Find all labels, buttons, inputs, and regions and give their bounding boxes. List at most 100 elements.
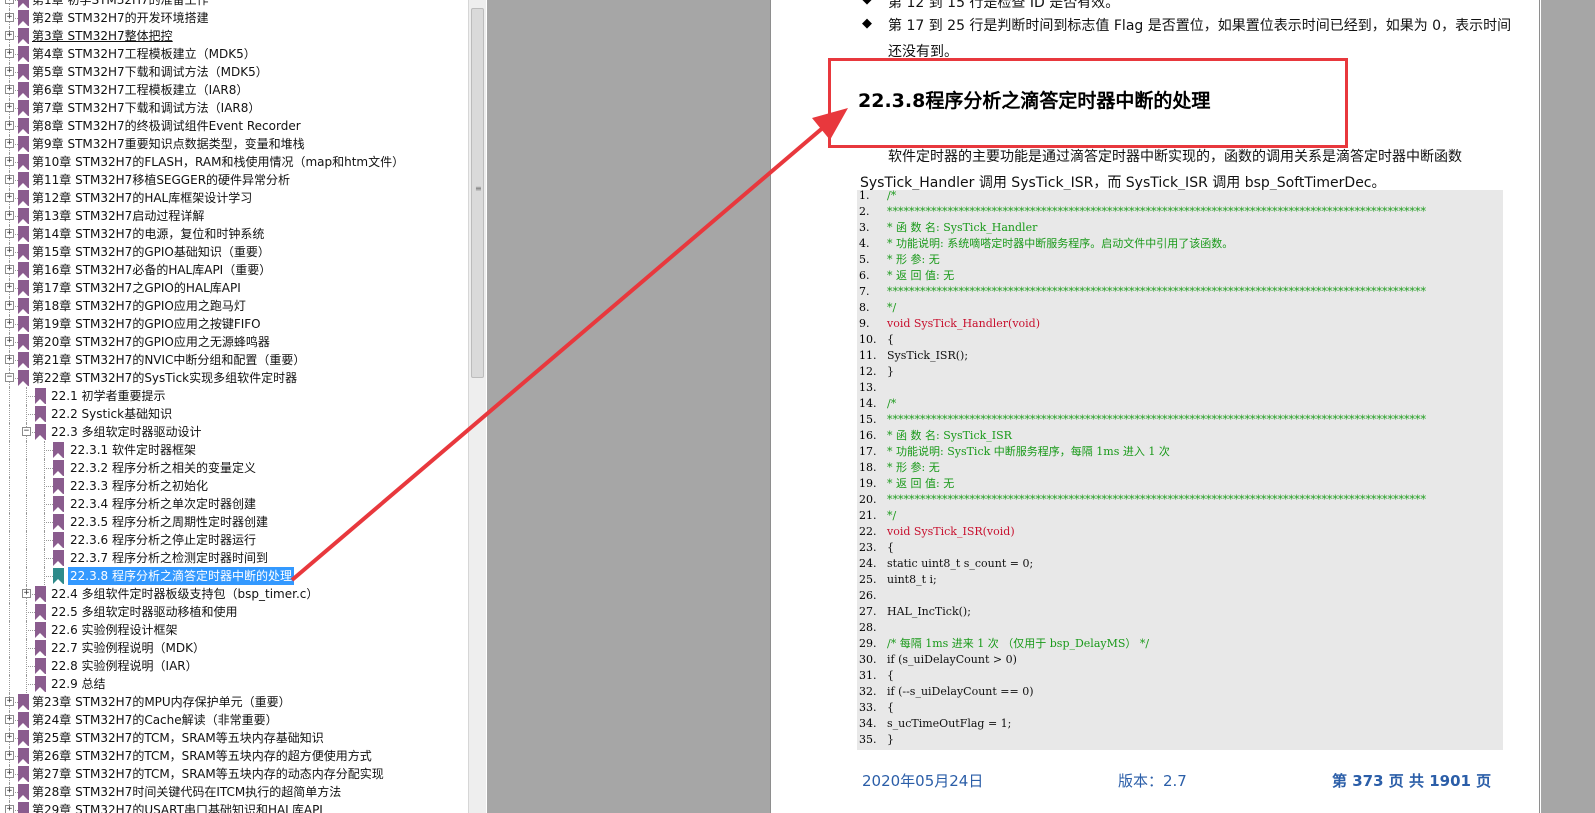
expand-icon[interactable]: + [5, 67, 14, 76]
collapse-icon[interactable]: − [5, 373, 14, 382]
bookmark-label[interactable]: 22.3.1 软件定时器框架 [68, 441, 198, 459]
expand-icon[interactable]: + [22, 589, 31, 598]
bookmark-label[interactable]: 22.3 多组软定时器驱动设计 [49, 423, 204, 441]
expand-icon[interactable]: + [5, 247, 14, 256]
bookmark-label[interactable]: 第29章 STM32H7的USART串口基础知识和HAL库API [30, 801, 325, 813]
bookmark-label[interactable]: 22.3.4 程序分析之单次定时器创建 [68, 495, 258, 513]
expand-icon[interactable]: + [5, 31, 14, 40]
bookmark-item[interactable]: + 第3章 STM32H7整体把控 [0, 27, 470, 45]
expand-icon[interactable]: + [5, 787, 14, 796]
bookmark-label[interactable]: 第13章 STM32H7启动过程详解 [30, 207, 206, 225]
bookmark-item[interactable]: + 第9章 STM32H7重要知识点数据类型，变量和堆栈 [0, 135, 470, 153]
bookmark-item[interactable]: + 第15章 STM32H7的GPIO基础知识（重要） [0, 243, 470, 261]
expand-icon[interactable]: + [5, 103, 14, 112]
bookmark-label[interactable]: 第4章 STM32H7工程模板建立（MDK5） [30, 45, 258, 63]
expand-icon[interactable]: + [5, 265, 14, 274]
bookmark-item[interactable]: + 第27章 STM32H7的TCM，SRAM等五块内存的动态内存分配实现 [0, 765, 470, 783]
expand-icon[interactable]: + [5, 13, 14, 22]
bookmark-label[interactable]: 22.9 总结 [49, 675, 108, 693]
bookmark-item[interactable]: 22.8 实验例程说明（IAR） [0, 657, 470, 675]
bookmark-item[interactable]: + 第1章 初学STM32H7的准备工作 [0, 0, 470, 9]
bookmark-label[interactable]: 第18章 STM32H7的GPIO应用之跑马灯 [30, 297, 248, 315]
expand-icon[interactable]: + [5, 805, 14, 813]
bookmark-item[interactable]: + 第8章 STM32H7的终极调试组件Event Recorder [0, 117, 470, 135]
bookmark-label[interactable]: 22.3.3 程序分析之初始化 [68, 477, 210, 495]
bookmark-label[interactable]: 22.2 Systick基础知识 [49, 405, 174, 423]
expand-icon[interactable]: + [5, 751, 14, 760]
expand-icon[interactable]: + [5, 175, 14, 184]
bookmark-label[interactable]: 第14章 STM32H7的电源，复位和时钟系统 [30, 225, 266, 243]
bookmark-label[interactable]: 第3章 STM32H7整体把控 [30, 27, 175, 45]
bookmark-item[interactable]: − 22.3 多组软定时器驱动设计 [0, 423, 470, 441]
expand-icon[interactable]: + [5, 301, 14, 310]
expand-icon[interactable]: + [5, 157, 14, 166]
bookmark-item[interactable]: 22.5 多组软定时器驱动移植和使用 [0, 603, 470, 621]
expand-icon[interactable]: + [5, 715, 14, 724]
bookmark-label[interactable]: 第1章 初学STM32H7的准备工作 [30, 0, 211, 9]
expand-icon[interactable]: + [5, 193, 14, 202]
bookmark-label[interactable]: 第26章 STM32H7的TCM，SRAM等五块内存的超方便使用方式 [30, 747, 374, 765]
bookmark-item[interactable]: + 第19章 STM32H7的GPIO应用之按键FIFO [0, 315, 470, 333]
bookmark-label[interactable]: 22.3.8 程序分析之滴答定时器中断的处理 [68, 567, 294, 585]
expand-icon[interactable]: + [5, 85, 14, 94]
expand-icon[interactable]: + [5, 121, 14, 130]
bookmark-item[interactable]: + 第13章 STM32H7启动过程详解 [0, 207, 470, 225]
bookmark-label[interactable]: 第6章 STM32H7工程模板建立（IAR8） [30, 81, 250, 99]
bookmark-scrollbar[interactable]: ≡ [468, 0, 486, 813]
bookmark-label[interactable]: 第2章 STM32H7的开发环境搭建 [30, 9, 211, 27]
bookmark-item[interactable]: + 第18章 STM32H7的GPIO应用之跑马灯 [0, 297, 470, 315]
bookmark-item[interactable]: 22.9 总结 [0, 675, 470, 693]
bookmark-item[interactable]: +22.4 多组软件定时器板级支持包（bsp_timer.c） [0, 585, 470, 603]
bookmark-item[interactable]: + 第11章 STM32H7移植SEGGER的硬件异常分析 [0, 171, 470, 189]
bookmark-item[interactable]: 22.3.2 程序分析之相关的变量定义 [0, 459, 470, 477]
bookmark-label[interactable]: 第28章 STM32H7时间关键代码在ITCM执行的超简单方法 [30, 783, 343, 801]
bookmark-label[interactable]: 22.7 实验例程说明（MDK） [49, 639, 207, 657]
bookmark-item[interactable]: + 第16章 STM32H7必备的HAL库API（重要） [0, 261, 470, 279]
expand-icon[interactable]: + [5, 229, 14, 238]
bookmark-item[interactable]: + 第23章 STM32H7的MPU内存保护单元（重要） [0, 693, 470, 711]
bookmark-label[interactable]: 第12章 STM32H7的HAL库框架设计学习 [30, 189, 254, 207]
bookmark-item[interactable]: + 第26章 STM32H7的TCM，SRAM等五块内存的超方便使用方式 [0, 747, 470, 765]
bookmark-item[interactable]: + 第20章 STM32H7的GPIO应用之无源蜂鸣器 [0, 333, 470, 351]
bookmark-label[interactable]: 第16章 STM32H7必备的HAL库API（重要） [30, 261, 273, 279]
bookmark-label[interactable]: 第7章 STM32H7下载和调试方法（IAR8） [30, 99, 262, 117]
bookmark-label[interactable]: 第24章 STM32H7的Cache解读（非常重要） [30, 711, 280, 729]
bookmark-label[interactable]: 22.3.7 程序分析之检测定时器时间到 [68, 549, 270, 567]
expand-icon[interactable]: + [5, 697, 14, 706]
bookmark-item[interactable]: 22.3.5 程序分析之周期性定时器创建 [0, 513, 470, 531]
expand-icon[interactable]: + [5, 733, 14, 742]
expand-icon[interactable]: + [5, 49, 14, 58]
bookmark-item[interactable]: 22.3.3 程序分析之初始化 [0, 477, 470, 495]
bookmark-label[interactable]: 第27章 STM32H7的TCM，SRAM等五块内存的动态内存分配实现 [30, 765, 386, 783]
bookmark-label[interactable]: 22.3.5 程序分析之周期性定时器创建 [68, 513, 270, 531]
bookmark-item[interactable]: + 第10章 STM32H7的FLASH，RAM和栈使用情况（map和htm文件） [0, 153, 470, 171]
bookmark-label[interactable]: 第19章 STM32H7的GPIO应用之按键FIFO [30, 315, 263, 333]
bookmark-label[interactable]: 第17章 STM32H7之GPIO的HAL库API [30, 279, 243, 297]
expand-icon[interactable]: + [5, 769, 14, 778]
bookmark-item[interactable]: + 第21章 STM32H7的NVIC中断分组和配置（重要） [0, 351, 470, 369]
bookmark-label[interactable]: 22.8 实验例程说明（IAR） [49, 657, 200, 675]
bookmark-label[interactable]: 22.1 初学者重要提示 [49, 387, 168, 405]
bookmark-item[interactable]: 22.3.8 程序分析之滴答定时器中断的处理 [0, 567, 470, 585]
expand-icon[interactable]: + [5, 0, 14, 4]
expand-icon[interactable]: + [5, 211, 14, 220]
expand-icon[interactable]: + [5, 283, 14, 292]
bookmark-item[interactable]: 22.3.7 程序分析之检测定时器时间到 [0, 549, 470, 567]
bookmark-label[interactable]: 第21章 STM32H7的NVIC中断分组和配置（重要） [30, 351, 307, 369]
bookmark-item[interactable]: 22.3.1 软件定时器框架 [0, 441, 470, 459]
bookmark-item[interactable]: 22.2 Systick基础知识 [0, 405, 470, 423]
bookmark-label[interactable]: 22.3.2 程序分析之相关的变量定义 [68, 459, 258, 477]
bookmark-label[interactable]: 22.3.6 程序分析之停止定时器运行 [68, 531, 258, 549]
expand-icon[interactable]: + [5, 319, 14, 328]
expand-icon[interactable]: + [5, 355, 14, 364]
bookmark-label[interactable]: 第25章 STM32H7的TCM，SRAM等五块内存基础知识 [30, 729, 326, 747]
bookmark-label[interactable]: 22.6 实验例程设计框架 [49, 621, 180, 639]
bookmark-label[interactable]: 第20章 STM32H7的GPIO应用之无源蜂鸣器 [30, 333, 272, 351]
expand-icon[interactable]: + [5, 337, 14, 346]
bookmark-item[interactable]: + 第29章 STM32H7的USART串口基础知识和HAL库API [0, 801, 470, 813]
bookmark-label[interactable]: 第9章 STM32H7重要知识点数据类型，变量和堆栈 [30, 135, 307, 153]
scrollbar-thumb[interactable]: ≡ [471, 8, 484, 378]
bookmark-item[interactable]: + 第24章 STM32H7的Cache解读（非常重要） [0, 711, 470, 729]
bookmark-item[interactable]: 22.6 实验例程设计框架 [0, 621, 470, 639]
bookmark-item[interactable]: 22.3.4 程序分析之单次定时器创建 [0, 495, 470, 513]
